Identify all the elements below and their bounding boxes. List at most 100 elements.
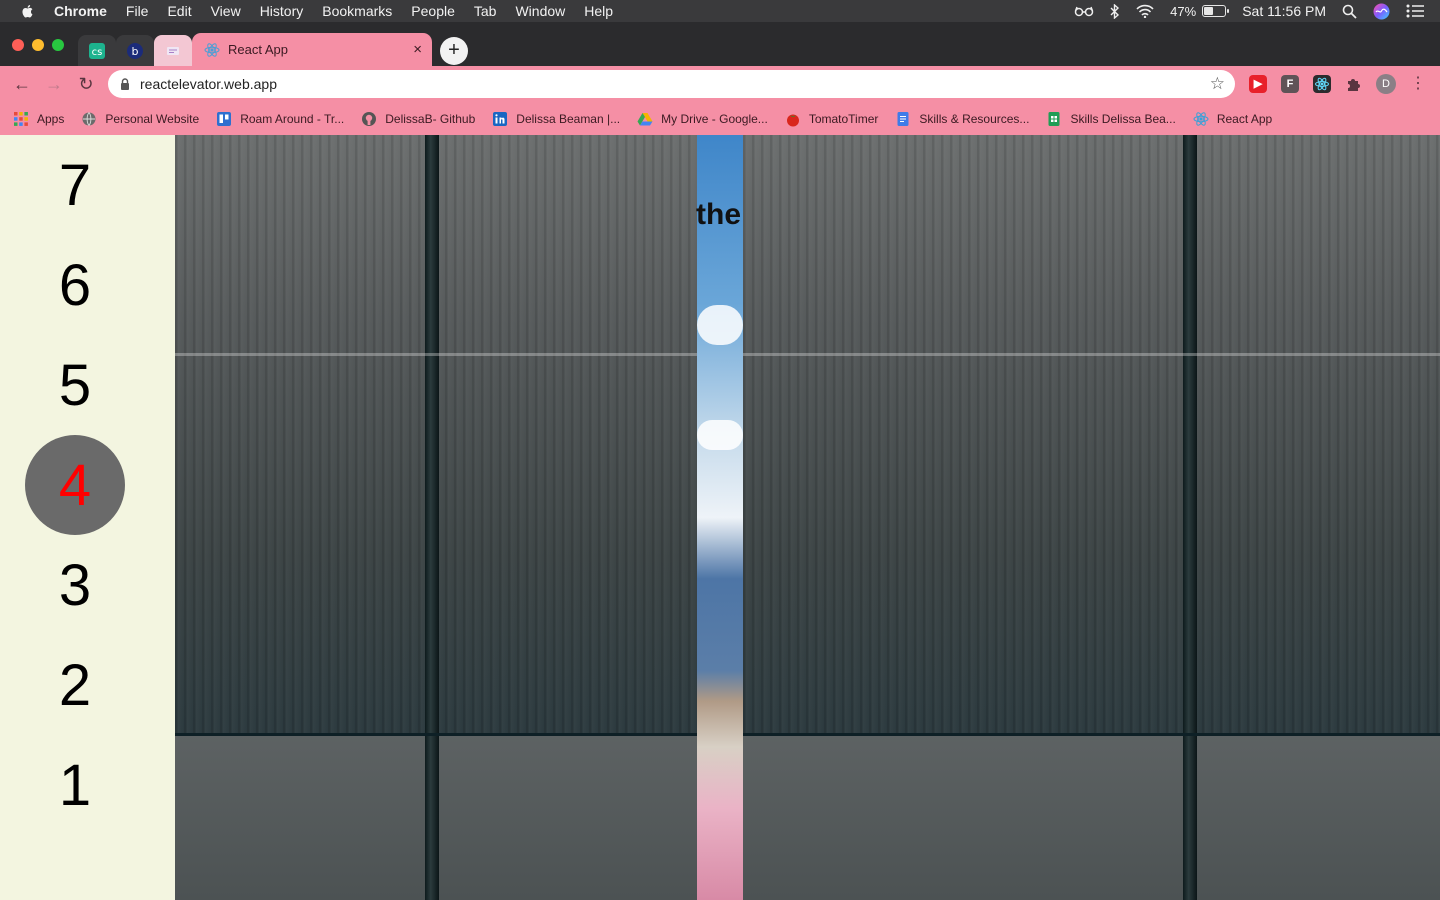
youtube-extension-icon[interactable]: ▶ [1249, 75, 1267, 93]
pinned-tab-1[interactable]: cs [78, 35, 116, 66]
bookmark-roam-around[interactable]: Roam Around - Tr... [216, 111, 344, 127]
bookmark-tomatotimer[interactable]: TomatoTimer [785, 111, 878, 127]
chrome-tab-strip: cs b React App × + [0, 22, 1440, 66]
menu-view[interactable]: View [211, 3, 241, 19]
floor-button-2[interactable]: 2 [25, 635, 125, 735]
battery-icon [1202, 5, 1230, 17]
react-icon [1193, 111, 1209, 126]
bookmark-personal-website[interactable]: Personal Website [81, 111, 199, 127]
linkedin-icon [493, 111, 508, 126]
f-extension-icon[interactable]: F [1281, 75, 1299, 93]
floor-caption-text: the [696, 198, 741, 231]
door-panel-edge [743, 733, 1440, 736]
menu-tab[interactable]: Tab [474, 3, 497, 19]
siri-icon[interactable] [1373, 3, 1390, 20]
menu-help[interactable]: Help [584, 3, 613, 19]
door-lower-panel [743, 735, 1440, 900]
tab-title: React App [228, 42, 288, 57]
new-tab-button[interactable]: + [440, 37, 468, 65]
bookmark-github[interactable]: DelissaB- Github [361, 111, 475, 127]
reading-glasses-icon[interactable] [1074, 5, 1094, 17]
extensions-puzzle-icon[interactable] [1345, 75, 1363, 93]
scenery-through-gap [697, 135, 743, 900]
floor-button-7[interactable]: 7 [25, 135, 125, 235]
bookmark-skills-sheet[interactable]: Skills Delissa Bea... [1046, 111, 1176, 127]
menu-edit[interactable]: Edit [167, 3, 191, 19]
door-panel-edge [175, 733, 697, 736]
svg-text:b: b [132, 45, 139, 58]
door-crack [175, 353, 697, 356]
globe-icon [82, 111, 96, 126]
bookmark-label: Apps [37, 111, 65, 126]
bookmark-label: Personal Website [105, 111, 200, 126]
cloud [697, 420, 743, 450]
svg-text:cs: cs [92, 47, 103, 58]
profile-avatar[interactable]: D [1376, 74, 1396, 94]
menu-history[interactable]: History [260, 3, 304, 19]
bookmark-label: DelissaB- Github [385, 111, 476, 126]
elevator-door-right [743, 135, 1440, 900]
back-arrow-icon[interactable]: ← [12, 74, 32, 94]
bookmark-label: React App [1216, 111, 1273, 126]
floor-button-panel: 7 6 5 4 3 2 1 [0, 135, 175, 900]
tomato-icon [786, 114, 799, 126]
bookmark-label: Skills Delissa Bea... [1070, 111, 1176, 126]
lock-icon[interactable] [120, 78, 130, 90]
bookmark-linkedin[interactable]: Delissa Beaman |... [492, 111, 620, 127]
tab-react-app[interactable]: React App × [192, 33, 432, 66]
macos-menu-bar: Chrome File Edit View History Bookmarks … [0, 0, 1440, 22]
github-icon [362, 111, 377, 126]
pinned-tab-2[interactable]: b [116, 35, 154, 66]
pinned-tab-3[interactable] [154, 35, 192, 66]
menu-window[interactable]: Window [515, 3, 565, 19]
google-sheets-icon [1048, 111, 1060, 126]
wifi-icon[interactable] [1136, 4, 1154, 18]
forward-arrow-icon[interactable]: → [44, 74, 64, 94]
floor-button-1[interactable]: 1 [25, 735, 125, 835]
menu-people[interactable]: People [411, 3, 455, 19]
menubar-status-area: 47% Sat 11:56 PM [1074, 0, 1440, 22]
floor-button-6[interactable]: 6 [25, 235, 125, 335]
menu-bookmarks[interactable]: Bookmarks [322, 3, 392, 19]
google-drive-icon [637, 112, 653, 125]
react-icon [204, 42, 220, 57]
address-bar[interactable]: reactelevator.web.app ☆ [108, 70, 1235, 98]
url-text[interactable]: reactelevator.web.app [140, 76, 277, 92]
close-tab-icon[interactable]: × [413, 41, 422, 58]
minimize-window-button[interactable] [32, 39, 44, 51]
chrome-menu-icon[interactable]: ⋮ [1410, 74, 1426, 94]
door-lower-panel [175, 735, 697, 900]
elevator-app: 7 6 5 4 3 2 1 the [0, 135, 1440, 900]
bookmarks-bar: Apps Personal Website Roam Around - Tr..… [0, 102, 1440, 135]
bluetooth-icon[interactable] [1110, 3, 1120, 19]
bookmark-google-drive[interactable]: My Drive - Google... [637, 111, 768, 127]
code-signal-icon: cs [89, 42, 105, 59]
trello-icon [217, 111, 232, 126]
zoom-window-button[interactable] [52, 39, 64, 51]
react-devtools-glyph-icon [1315, 77, 1329, 91]
floor-button-3[interactable]: 3 [25, 535, 125, 635]
clock[interactable]: Sat 11:56 PM [1242, 3, 1326, 19]
bookmark-star-icon[interactable]: ☆ [1210, 75, 1225, 93]
notification-center-icon[interactable] [1406, 4, 1424, 18]
elevator-door-left [175, 135, 697, 900]
spotlight-search-icon[interactable] [1342, 4, 1357, 19]
bookmark-react-app[interactable]: React App [1193, 111, 1272, 127]
battery-percent: 47% [1170, 3, 1197, 19]
cloud [697, 305, 743, 345]
door-seam [425, 735, 439, 900]
floor-button-4-current[interactable]: 4 [25, 435, 125, 535]
reload-icon[interactable]: ↻ [76, 74, 96, 94]
bookmark-apps[interactable]: Apps [13, 111, 64, 127]
apple-logo-icon[interactable] [20, 3, 36, 19]
floor-button-5[interactable]: 5 [25, 335, 125, 435]
door-crack [743, 353, 1440, 356]
menu-file[interactable]: File [126, 3, 149, 19]
react-devtools-extension-icon[interactable] [1313, 75, 1331, 93]
battery-status[interactable]: 47% [1170, 3, 1230, 19]
close-window-button[interactable] [12, 39, 24, 51]
door-seam [1183, 735, 1197, 900]
menu-app-name[interactable]: Chrome [54, 3, 107, 19]
bookmark-label: Roam Around - Tr... [240, 111, 345, 126]
bookmark-skills-resources[interactable]: Skills & Resources... [895, 111, 1029, 127]
